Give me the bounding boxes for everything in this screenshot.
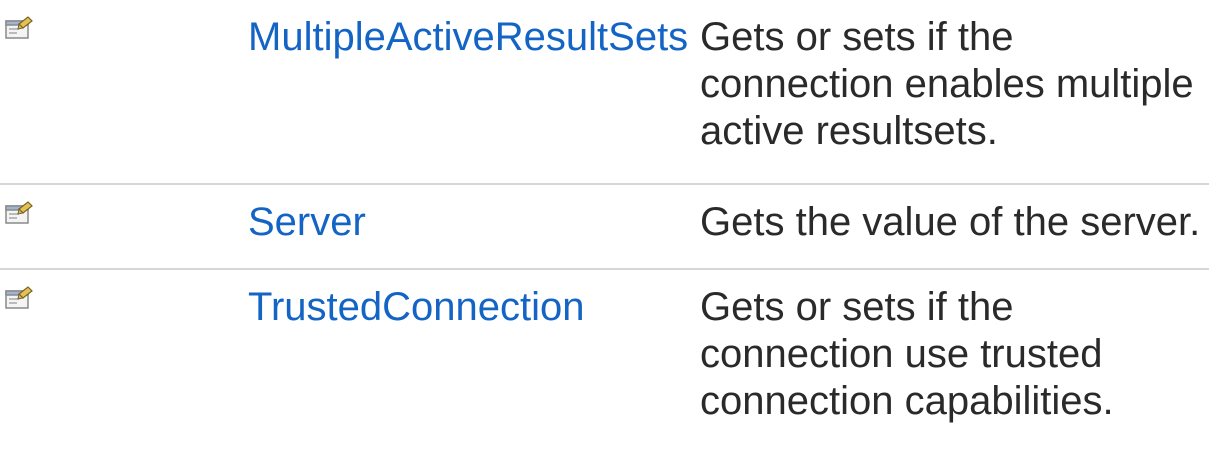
name-cell: Server <box>248 184 700 270</box>
icon-cell <box>0 0 248 185</box>
member-link-trustedconnection[interactable]: TrustedConnection <box>248 285 584 329</box>
table-row: MultipleActiveResultSets Gets or sets if… <box>0 0 1209 185</box>
member-description: Gets or sets if the connection use trust… <box>700 285 1114 423</box>
icon-cell <box>0 269 248 453</box>
table-row: Server Gets the value of the server. <box>0 184 1209 270</box>
name-cell: TrustedConnection <box>248 269 700 453</box>
description-cell: Gets or sets if the connection enables m… <box>700 0 1209 185</box>
icon-cell <box>0 184 248 270</box>
public-property-icon <box>5 201 33 225</box>
table-row: TrustedConnection Gets or sets if the co… <box>0 269 1209 453</box>
public-property-icon <box>5 286 33 310</box>
members-table: MultipleActiveResultSets Gets or sets if… <box>0 0 1209 453</box>
member-description: Gets the value of the server. <box>700 200 1201 244</box>
name-cell: MultipleActiveResultSets <box>248 0 700 185</box>
description-cell: Gets the value of the server. <box>700 184 1209 270</box>
member-link-multipleactiveresultsets[interactable]: MultipleActiveResultSets <box>248 15 688 59</box>
public-property-icon <box>5 16 33 40</box>
member-link-server[interactable]: Server <box>248 200 366 244</box>
member-description: Gets or sets if the connection enables m… <box>700 15 1194 153</box>
description-cell: Gets or sets if the connection use trust… <box>700 269 1209 453</box>
